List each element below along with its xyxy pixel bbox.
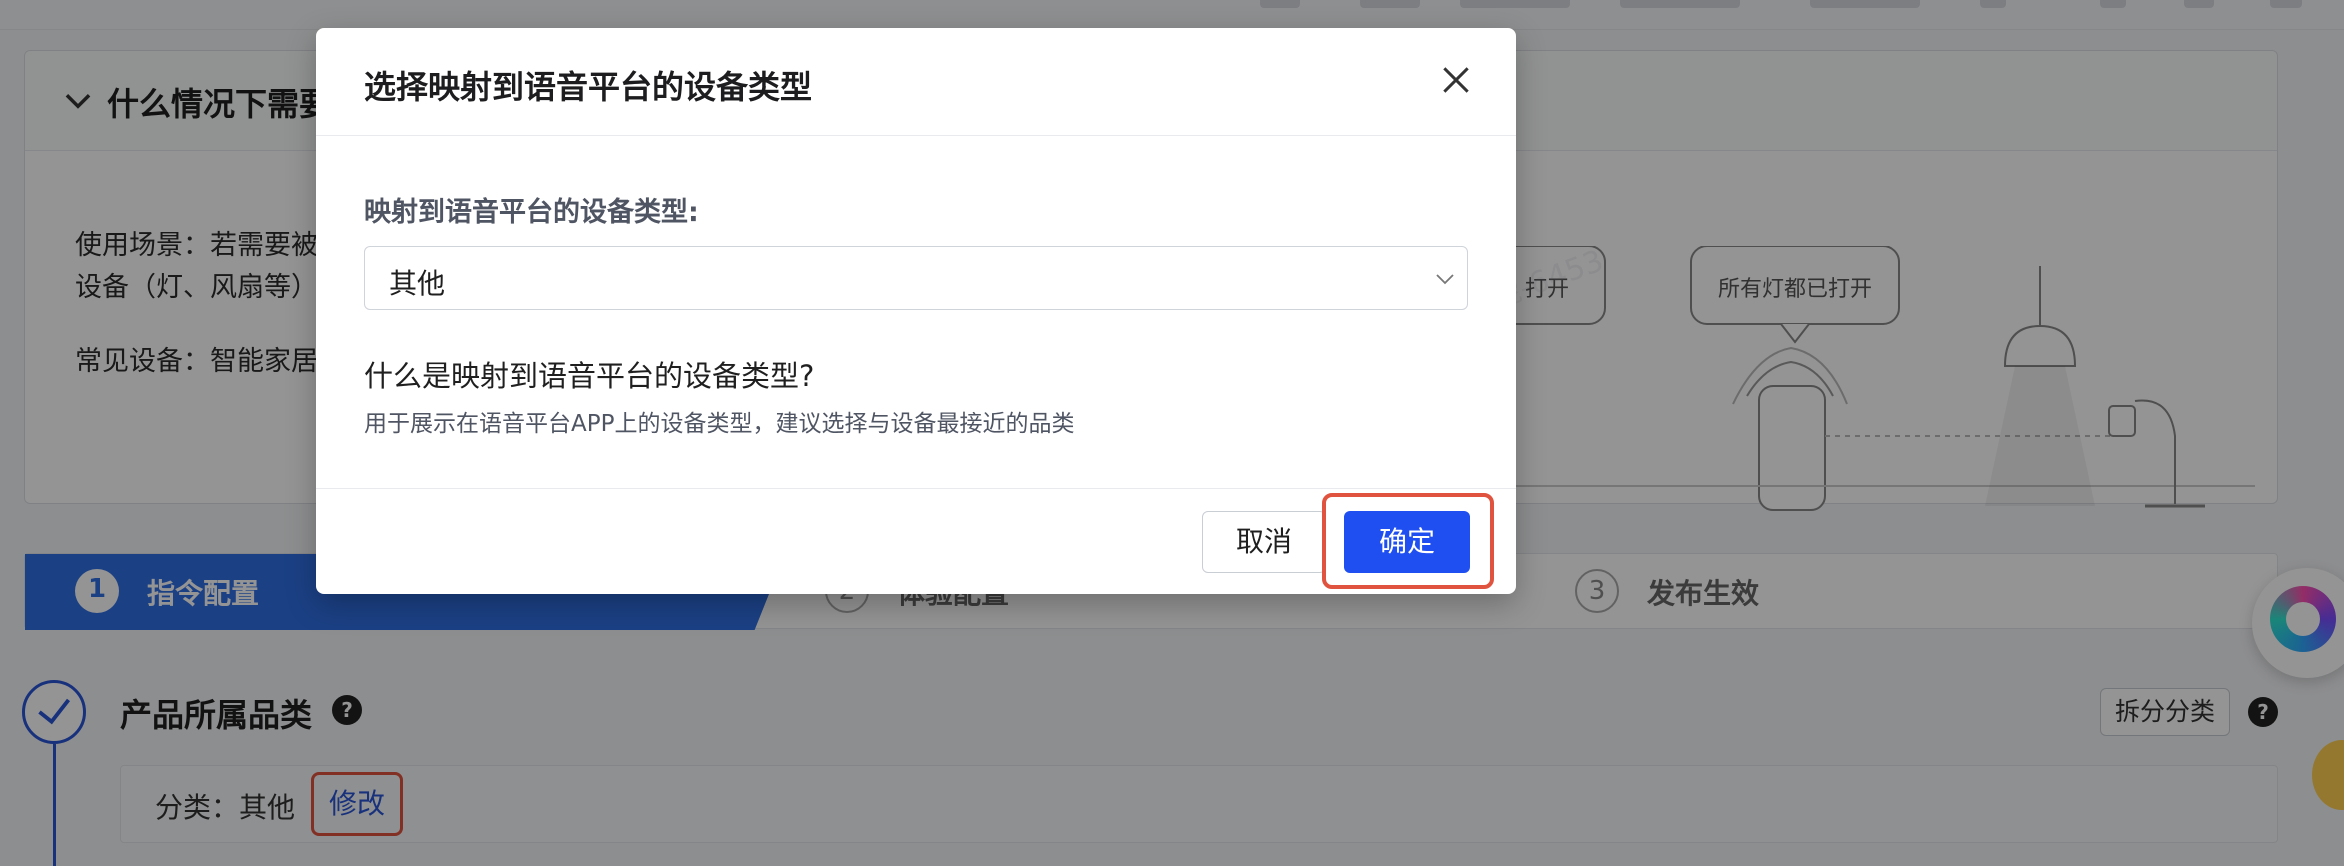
dialog-title: 选择映射到语音平台的设备类型 (364, 68, 813, 106)
chevron-down-icon (1436, 274, 1454, 285)
device-type-select-value: 其他 (389, 267, 446, 300)
device-type-field-label: 映射到语音平台的设备类型: (364, 197, 699, 228)
confirm-button[interactable]: 确定 (1344, 511, 1470, 573)
dialog-header: 选择映射到语音平台的设备类型 (316, 28, 1516, 136)
device-type-select[interactable]: 其他 (364, 246, 1468, 310)
close-icon[interactable] (1436, 60, 1476, 100)
info-question: 什么是映射到语音平台的设备类型? (364, 359, 815, 393)
cancel-button[interactable]: 取消 (1202, 511, 1326, 573)
dialog-footer: 取消 确定 (316, 488, 1516, 594)
info-description: 用于展示在语音平台APP上的设备类型，建议选择与设备最接近的品类 (364, 411, 1075, 437)
device-type-dialog: 选择映射到语音平台的设备类型 映射到语音平台的设备类型: 其他 什么是映射到语音… (316, 28, 1516, 594)
